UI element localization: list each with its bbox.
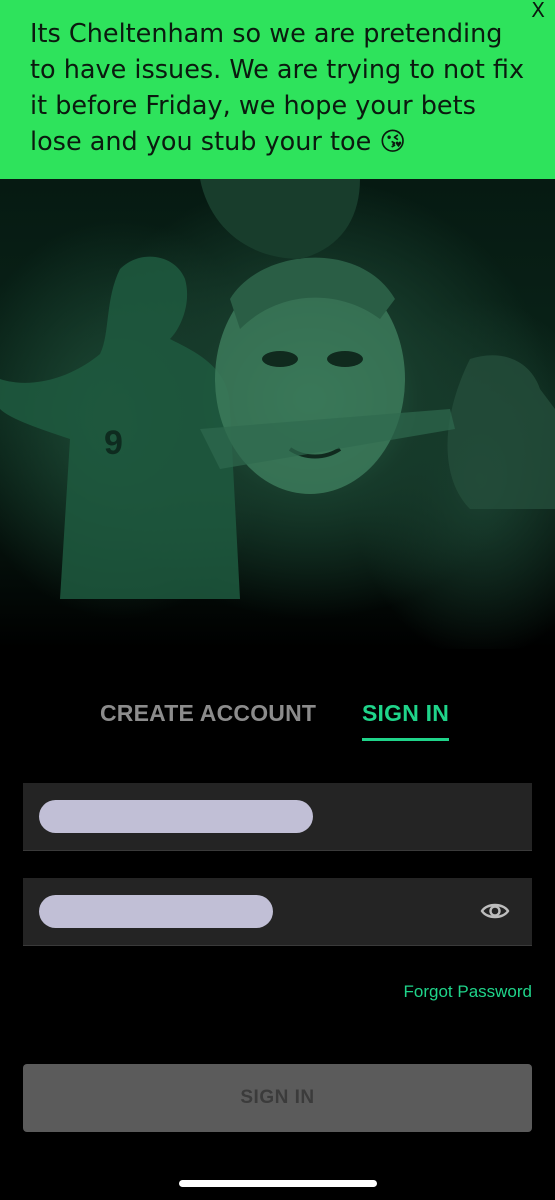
banner-message: Its Cheltenham so we are pretending to h… — [30, 19, 525, 157]
jersey-number-graphic: 9 — [104, 424, 123, 462]
home-indicator — [179, 1180, 377, 1187]
top-figure — [200, 179, 360, 259]
jockey-figure — [447, 355, 555, 509]
redacted-username — [39, 800, 313, 833]
sign-in-button[interactable]: SIGN IN — [23, 1064, 532, 1132]
banner-close-button[interactable]: X — [531, 0, 545, 22]
notification-banner: Its Cheltenham so we are pretending to h… — [0, 0, 555, 179]
eye-icon[interactable] — [480, 900, 510, 927]
face-eye-right — [327, 351, 363, 367]
hero-image: 9 — [0, 179, 555, 649]
face-eye-left — [262, 351, 298, 367]
promo-collage-image: 9 — [0, 179, 555, 599]
tab-create-account[interactable]: CREATE ACCOUNT — [100, 700, 316, 727]
auth-tabs: CREATE ACCOUNT SIGN IN — [0, 700, 555, 750]
forgot-password-link[interactable]: Forgot Password — [404, 982, 533, 1002]
username-field[interactable] — [23, 783, 532, 851]
tab-sign-in[interactable]: SIGN IN — [362, 700, 450, 741]
redacted-password — [39, 895, 273, 928]
password-field[interactable] — [23, 878, 532, 946]
